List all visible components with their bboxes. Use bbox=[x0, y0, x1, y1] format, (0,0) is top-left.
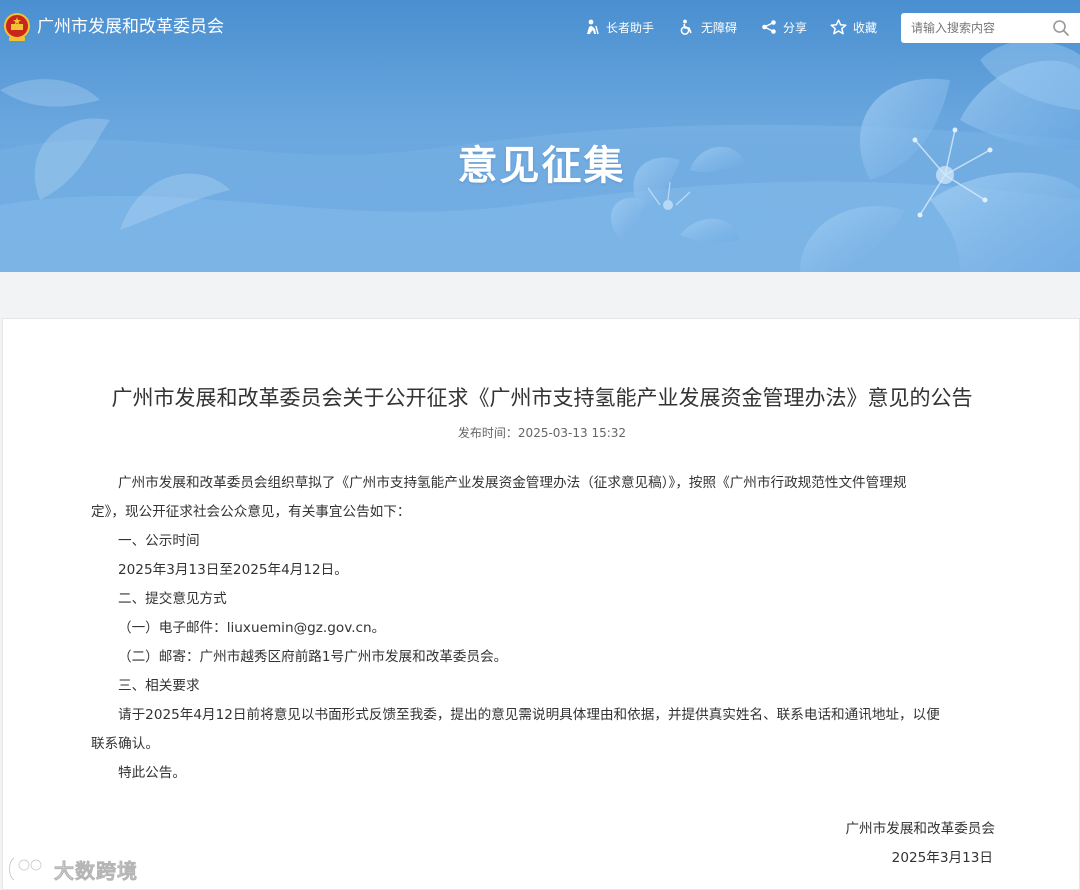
favorite-label: 收藏 bbox=[853, 20, 878, 35]
section-heading-requirements: 三、相关要求 bbox=[118, 678, 200, 694]
banner-title: 意见征集 bbox=[457, 143, 626, 189]
section-heading-time: 一、公示时间 bbox=[118, 533, 200, 549]
site-header: 广州市发展和改革委员会 长者助手 无障碍 分享 收藏 请输入搜索内容 意见征集 bbox=[0, 0, 1080, 272]
article-paragraph: 请于2025年4月12日前将意见以书面形式反馈至我委，提出的意见需说明具体理由和… bbox=[118, 707, 940, 723]
search-box bbox=[901, 13, 1080, 43]
watermark: 大数跨境 bbox=[6, 852, 138, 886]
article-title: 广州市发展和改革委员会关于公开征求《广州市支持氢能产业发展资金管理办法》意见的公… bbox=[111, 386, 973, 410]
article-paragraph: 定》，现公开征求社会公众意见，有关事宜公告如下： bbox=[91, 504, 411, 520]
search-input[interactable] bbox=[901, 13, 1049, 43]
closing-line: 特此公告。 bbox=[118, 765, 186, 781]
search-icon[interactable] bbox=[1052, 19, 1070, 37]
share-label: 分享 bbox=[783, 20, 808, 35]
elder-person-icon bbox=[587, 19, 599, 35]
site-name[interactable]: 广州市发展和改革委员会 bbox=[37, 15, 224, 39]
watermark-text: 大数跨境 bbox=[54, 858, 138, 883]
accessibility-button[interactable]: 无障碍 bbox=[679, 16, 737, 38]
accessibility-label: 无障碍 bbox=[701, 20, 738, 35]
section-heading-method: 二、提交意见方式 bbox=[118, 591, 227, 607]
article-card: 广州市发展和改革委员会关于公开征求《广州市支持氢能产业发展资金管理办法》意见的公… bbox=[2, 318, 1080, 890]
share-button[interactable]: 分享 bbox=[761, 16, 807, 38]
mail-address-line: （二）邮寄：广州市越秀区府前路1号广州市发展和改革委员会。 bbox=[118, 649, 508, 665]
wheelchair-icon bbox=[680, 19, 692, 35]
elder-assistant-button[interactable]: 长者助手 bbox=[584, 16, 654, 38]
favorite-button[interactable]: 收藏 bbox=[830, 16, 877, 38]
email-line: （一）电子邮件：liuxuemin@gz.gov.cn。 bbox=[118, 620, 386, 636]
star-icon bbox=[830, 19, 847, 35]
article-paragraph: 广州市发展和改革委员会组织草拟了《广州市支持氢能产业发展资金管理办法（征求意见稿… bbox=[118, 475, 907, 491]
elder-assistant-label: 长者助手 bbox=[606, 20, 655, 35]
watermark-logo-icon bbox=[8, 856, 43, 882]
signature-org: 广州市发展和改革委员会 bbox=[845, 821, 995, 837]
article-paragraph: 2025年3月13日至2025年4月12日。 bbox=[118, 562, 348, 578]
signature-date: 2025年3月13日 bbox=[891, 850, 993, 866]
top-navigation-bar: 广州市发展和改革委员会 长者助手 无障碍 分享 收藏 请输入搜索内容 bbox=[0, 0, 1080, 54]
share-icon bbox=[762, 20, 776, 34]
publish-time: 发布时间：2025-03-13 15:32 bbox=[457, 426, 627, 440]
article-paragraph: 联系确认。 bbox=[91, 736, 159, 752]
national-emblem-icon bbox=[4, 13, 30, 41]
